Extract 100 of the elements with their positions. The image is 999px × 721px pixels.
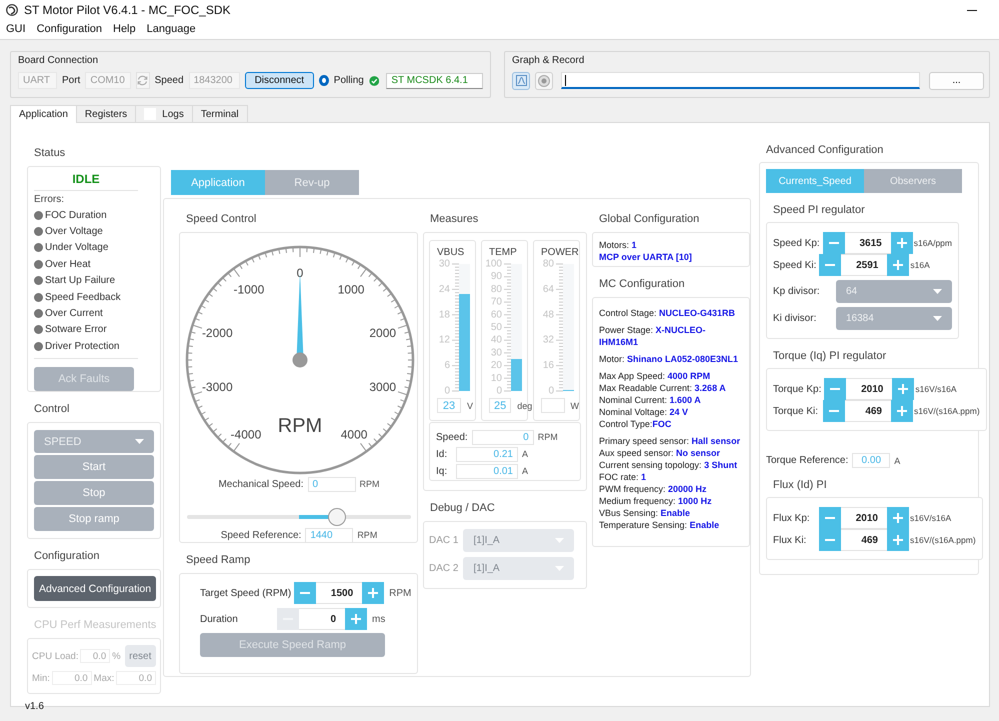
input-field[interactable] (561, 72, 920, 89)
refresh-button[interactable] (136, 72, 150, 89)
tab[interactable]: Currents_Speed (766, 169, 864, 193)
minus-button[interactable] (823, 400, 845, 422)
field-label: Target Speed (RPM) (200, 588, 292, 598)
menu-item[interactable]: GUI (0, 20, 31, 35)
info-line: Current sensing topology: 3 Shunt (599, 459, 738, 471)
scale-label: 64 (542, 284, 554, 295)
unit-label: A (522, 449, 528, 459)
error-label: Speed Feedback (45, 292, 121, 303)
window-title: ST Motor Pilot V6.4.1 - MC_FOC_SDK (24, 3, 231, 17)
plus-icon (368, 588, 378, 598)
info-line: Medium frequency: 1000 Hz (599, 495, 713, 507)
disconnect-button[interactable]: Disconnect (244, 72, 314, 89)
field-label: Iq: (436, 466, 448, 476)
plus-button[interactable] (345, 608, 367, 630)
error-label: Over Heat (45, 258, 91, 270)
minus-button[interactable] (819, 507, 841, 529)
field-label: Torque Kp: (773, 384, 822, 394)
value-field: 0.01 (456, 464, 518, 478)
menu-item[interactable]: Language (140, 20, 201, 35)
tab[interactable]: Terminal (192, 105, 248, 122)
plus-icon (893, 535, 903, 545)
menu-item[interactable]: Configuration (30, 20, 107, 35)
unit-label: RPM (389, 588, 412, 598)
tab[interactable]: Application (171, 170, 265, 195)
error-label: Start Up Failure (45, 275, 116, 286)
plus-button[interactable] (887, 254, 910, 276)
control-button[interactable]: Stop (34, 481, 154, 505)
tab[interactable]: Logs (135, 105, 193, 122)
section-title: Speed PI regulator (772, 203, 866, 218)
minus-button[interactable] (294, 582, 316, 604)
scale-label: 80 (542, 259, 554, 270)
control-button[interactable]: Start (34, 455, 154, 479)
gauge-label: 1000 (338, 282, 364, 297)
field-label: CPU Load: (32, 650, 78, 662)
scale-label: 0 (496, 386, 502, 396)
scale-label: 0 (444, 386, 450, 396)
browse-button[interactable]: ... (929, 72, 984, 90)
slider[interactable] (187, 508, 411, 526)
advanced-configuration-button[interactable]: Advanced Configuration (34, 576, 156, 601)
value-field (541, 398, 564, 413)
value-field: 0 (472, 430, 534, 444)
field-label: Duration (200, 614, 239, 624)
plus-button[interactable] (362, 582, 384, 604)
meter-label: VBUS (436, 247, 466, 259)
minus-button[interactable] (819, 254, 842, 276)
minus-button[interactable] (824, 378, 846, 400)
unit-label: RPM (360, 479, 380, 489)
tab[interactable]: Rev-up (265, 170, 359, 195)
plus-button[interactable] (891, 400, 913, 422)
info-line: Max Readable Current: 3.268 A (599, 382, 727, 394)
value-field: 25 (489, 398, 512, 413)
unit-label: s16A (910, 260, 930, 270)
plus-icon (893, 260, 904, 270)
section-title: Speed Ramp (185, 553, 252, 568)
waveform-icon (516, 75, 526, 86)
menu-item[interactable]: Help (107, 20, 141, 35)
minus-button[interactable] (822, 232, 845, 254)
field-label: Min: (32, 672, 50, 684)
value-field[interactable]: 0 (308, 476, 356, 492)
scale-label: 80 (490, 284, 502, 295)
record-button[interactable] (535, 72, 553, 90)
divisor-dropdown[interactable]: 16384 (836, 307, 952, 330)
tab[interactable]: Application (10, 105, 77, 123)
field-label: Ki divisor: (773, 313, 816, 324)
error-label: Over Current (45, 308, 103, 320)
info-line: Control Type:FOC (599, 418, 672, 430)
unit-label: % (112, 650, 121, 662)
plus-button[interactable] (890, 232, 913, 254)
field-label: Flux Kp: (773, 512, 811, 524)
tab[interactable]: Registers (76, 105, 136, 122)
section-title: MC Configuration (598, 277, 686, 292)
unit-label: s16V/(s16A.ppm) (910, 535, 976, 545)
chart-button[interactable] (512, 72, 530, 90)
group-title: Graph & Record (512, 55, 586, 66)
version-label: v1.6 (25, 700, 45, 712)
info-line: Nominal Current: 1.600 A (599, 394, 702, 406)
scale-label: 40 (490, 334, 502, 346)
tab[interactable]: Observers (864, 169, 962, 193)
caret-icon (555, 566, 564, 571)
unit-label: s16V/s16A (915, 384, 956, 394)
divisor-dropdown[interactable]: 64 (836, 280, 952, 303)
scale-label: 60 (490, 309, 502, 320)
plus-button[interactable] (887, 529, 909, 551)
value-field[interactable]: 0.00 (852, 453, 890, 468)
plus-button[interactable] (887, 507, 909, 529)
value-field[interactable]: 1440 (305, 528, 354, 542)
meter-label: TEMP (488, 247, 518, 259)
mode-dropdown[interactable]: SPEED (34, 430, 154, 453)
section-title: Flux (Id) PI (772, 478, 828, 493)
info-line: Primary speed sensor: Hall sensor (599, 435, 742, 447)
minus-button[interactable] (819, 529, 841, 551)
gauge-label: -4000 (230, 427, 262, 442)
field-label: Id: (436, 448, 448, 460)
unit-label: RPM (278, 415, 322, 437)
slider-thumb[interactable] (328, 508, 346, 526)
radio-button[interactable] (319, 75, 329, 86)
plus-button[interactable] (892, 378, 914, 400)
control-button[interactable]: Stop ramp (34, 507, 154, 531)
